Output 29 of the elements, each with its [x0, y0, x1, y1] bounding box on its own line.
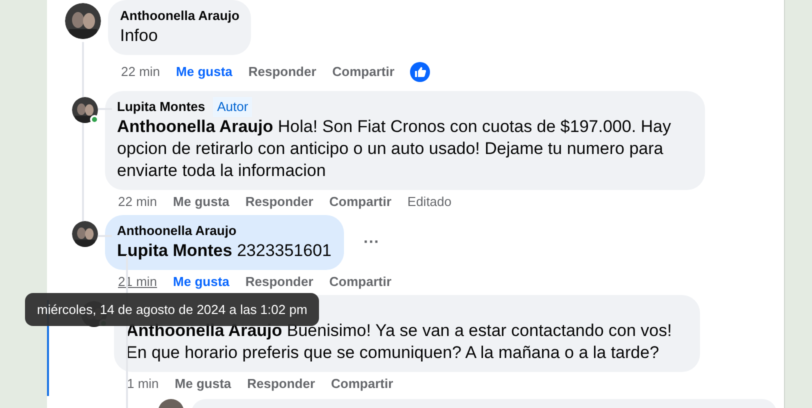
avatar[interactable]	[65, 3, 101, 39]
comment-time[interactable]: 22 min	[118, 192, 158, 212]
like-link[interactable]: Me gusta	[174, 374, 232, 394]
avatar[interactable]	[72, 221, 98, 247]
author-name[interactable]: Anthoonella Araujo	[120, 6, 240, 26]
author-name[interactable]: Lupita Montes	[117, 97, 206, 117]
reply-link[interactable]: Responder	[248, 62, 316, 82]
author-name[interactable]: Anthoonella Araujo	[117, 221, 236, 241]
reply-link[interactable]: Responder	[245, 272, 314, 292]
reply-link[interactable]: Responder	[247, 374, 316, 394]
comment-time[interactable]: 22 min	[121, 62, 160, 82]
like-link[interactable]: Me gusta	[173, 272, 230, 292]
like-link[interactable]: Me gusta	[176, 62, 232, 82]
avatar[interactable]	[72, 97, 98, 123]
comment-time[interactable]: 1 min	[127, 374, 159, 394]
date-tooltip: miércoles, 14 de agosto de 2024 a las 1:02 pm	[25, 293, 320, 326]
reply-link[interactable]: Responder	[245, 192, 314, 212]
share-link[interactable]: Compartir	[329, 192, 392, 212]
comment-text: Anthoonella Araujo Hola! Son Fiat Cronos con cuotas de $197.000. Hay opcion de retirarlo con anticipo o un auto usado! Dejame tu numero para enviarte toda la informacion	[117, 116, 672, 182]
share-link[interactable]: Compartir	[331, 374, 394, 394]
more-options-button[interactable]: ···	[364, 230, 380, 254]
edited-label: Editado	[407, 193, 452, 212]
author-badge: Autor	[213, 97, 252, 117]
share-link[interactable]: Compartir	[332, 62, 394, 82]
like-link[interactable]: Me gusta	[173, 192, 230, 212]
thumbs-up-icon[interactable]	[410, 62, 430, 82]
comment-text: Lupita Montes 2323351601	[117, 240, 332, 262]
comment-text: Infoo	[120, 25, 159, 47]
share-link[interactable]: Compartir	[329, 272, 392, 292]
